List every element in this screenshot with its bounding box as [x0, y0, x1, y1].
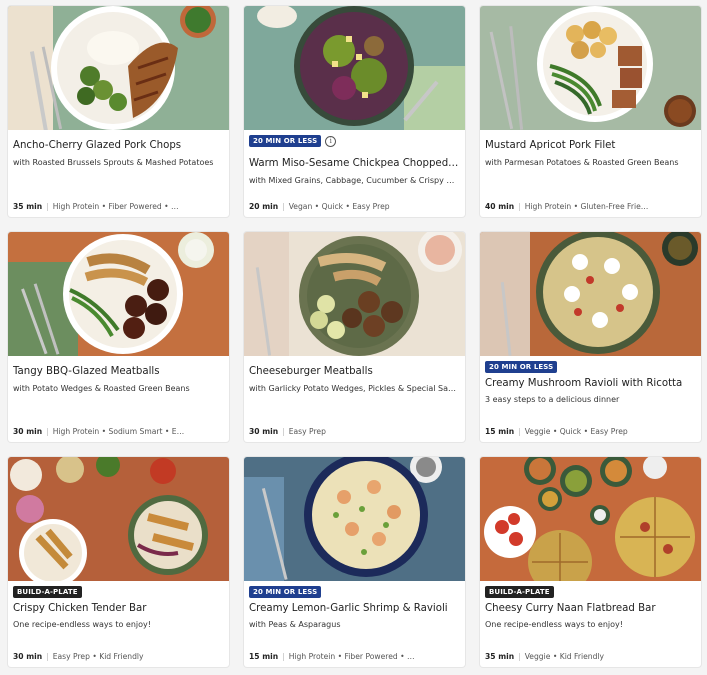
recipe-title[interactable]: Mustard Apricot Pork Filet [485, 140, 697, 151]
recipe-tags: Easy Prep • Kid Friendly [52, 652, 144, 661]
recipe-photo[interactable] [8, 457, 229, 581]
recipe-meta: 40 min | High Protein • Gluten-Free Frie… [485, 202, 649, 211]
recipe-tags: Veggie • Quick • Easy Prep [524, 427, 628, 436]
cook-time: 20 min [249, 202, 279, 211]
recipe-title[interactable]: Cheeseburger Meatballs [249, 366, 461, 377]
recipe-tags: High Protein • Sodium Smart • E… [52, 427, 185, 436]
recipe-subtitle: One recipe-endless ways to enjoy! [485, 620, 623, 629]
recipe-card[interactable]: 20 MIN OR LESS Creamy Mushroom Ravioli w… [480, 232, 701, 442]
recipe-card[interactable]: BUILD-A-PLATE Crispy Chicken Tender Bar … [8, 457, 229, 667]
recipe-subtitle: with Mixed Grains, Cabbage, Cucumber & C… [249, 176, 461, 185]
time-badge: 20 MIN OR LESS [249, 586, 322, 598]
cook-time: 35 min [13, 202, 43, 211]
recipe-meta: 35 min | High Protein • Fiber Powered • … [13, 202, 179, 211]
cook-time: 30 min [249, 427, 279, 436]
recipe-tags: Easy Prep [288, 427, 326, 436]
recipe-tags: High Protein • Fiber Powered • … [52, 202, 179, 211]
cook-time: 30 min [13, 427, 43, 436]
info-icon[interactable]: i [325, 135, 337, 147]
recipe-photo[interactable] [480, 232, 701, 356]
recipe-photo[interactable] [244, 232, 465, 356]
recipe-meta: 15 min | High Protein • Fiber Powered • … [249, 652, 415, 661]
badge-row: BUILD-A-PLATE [13, 585, 82, 599]
recipe-card[interactable]: 20 MIN OR LESS Creamy Lemon-Garlic Shrim… [244, 457, 465, 667]
build-a-plate-badge: BUILD-A-PLATE [13, 586, 82, 598]
recipe-subtitle: One recipe-endless ways to enjoy! [13, 620, 151, 629]
recipe-photo[interactable] [480, 457, 701, 581]
recipe-card[interactable]: Mustard Apricot Pork Filet with Parmesan… [480, 6, 701, 217]
recipe-card[interactable]: Cheeseburger Meatballs with Garlicky Pot… [244, 232, 465, 442]
cook-time: 40 min [485, 202, 515, 211]
recipe-title[interactable]: Warm Miso-Sesame Chickpea Chopped … [249, 158, 461, 169]
recipe-tags: Vegan • Quick • Easy Prep [288, 202, 390, 211]
recipe-title[interactable]: Crispy Chicken Tender Bar [13, 603, 225, 614]
recipe-title[interactable]: Ancho-Cherry Glazed Pork Chops [13, 140, 225, 151]
badge-row: BUILD-A-PLATE [485, 585, 554, 599]
badge-row: 20 MIN OR LESS [485, 360, 558, 374]
time-badge: 20 MIN OR LESS [249, 135, 322, 147]
recipe-subtitle: with Peas & Asparagus [249, 620, 341, 629]
badge-row: 20 MIN OR LESS i [249, 134, 337, 148]
time-badge: 20 MIN OR LESS [485, 361, 558, 373]
cook-time: 30 min [13, 652, 43, 661]
recipe-tags: Veggie • Kid Friendly [524, 652, 604, 661]
recipe-subtitle: with Parmesan Potatoes & Roasted Green B… [485, 158, 679, 167]
recipe-card[interactable]: 20 MIN OR LESS i Warm Miso-Sesame Chickp… [244, 6, 465, 217]
build-a-plate-badge: BUILD-A-PLATE [485, 586, 554, 598]
cook-time: 15 min [249, 652, 279, 661]
recipe-title[interactable]: Creamy Mushroom Ravioli with Ricotta [485, 378, 697, 389]
recipe-card[interactable]: Tangy BBQ-Glazed Meatballs with Potato W… [8, 232, 229, 442]
recipe-title[interactable]: Tangy BBQ-Glazed Meatballs [13, 366, 225, 377]
badge-row: 20 MIN OR LESS [249, 585, 322, 599]
recipe-meta: 30 min | High Protein • Sodium Smart • E… [13, 427, 185, 436]
recipe-meta: 15 min | Veggie • Quick • Easy Prep [485, 427, 628, 436]
recipe-photo[interactable] [244, 6, 465, 130]
recipe-card[interactable]: BUILD-A-PLATE Cheesy Curry Naan Flatbrea… [480, 457, 701, 667]
cook-time: 15 min [485, 427, 515, 436]
recipe-subtitle: 3 easy steps to a delicious dinner [485, 395, 620, 404]
recipe-subtitle: with Garlicky Potato Wedges, Pickles & S… [249, 384, 461, 393]
recipe-photo[interactable] [8, 6, 229, 130]
recipe-photo[interactable] [244, 457, 465, 581]
recipe-subtitle: with Potato Wedges & Roasted Green Beans [13, 384, 190, 393]
recipe-meta: 20 min | Vegan • Quick • Easy Prep [249, 202, 390, 211]
recipe-title[interactable]: Cheesy Curry Naan Flatbread Bar [485, 603, 697, 614]
recipe-title[interactable]: Creamy Lemon-Garlic Shrimp & Ravioli [249, 603, 461, 614]
recipe-subtitle: with Roasted Brussels Sprouts & Mashed P… [13, 158, 214, 167]
recipe-meta: 30 min | Easy Prep • Kid Friendly [13, 652, 144, 661]
recipe-meta: 30 min | Easy Prep [249, 427, 326, 436]
recipe-photo[interactable] [8, 232, 229, 356]
cook-time: 35 min [485, 652, 515, 661]
recipe-meta: 35 min | Veggie • Kid Friendly [485, 652, 604, 661]
recipe-photo[interactable] [480, 6, 701, 130]
recipe-tags: High Protein • Fiber Powered • … [288, 652, 415, 661]
recipe-card[interactable]: Ancho-Cherry Glazed Pork Chops with Roas… [8, 6, 229, 217]
recipe-tags: High Protein • Gluten-Free Frie… [524, 202, 649, 211]
